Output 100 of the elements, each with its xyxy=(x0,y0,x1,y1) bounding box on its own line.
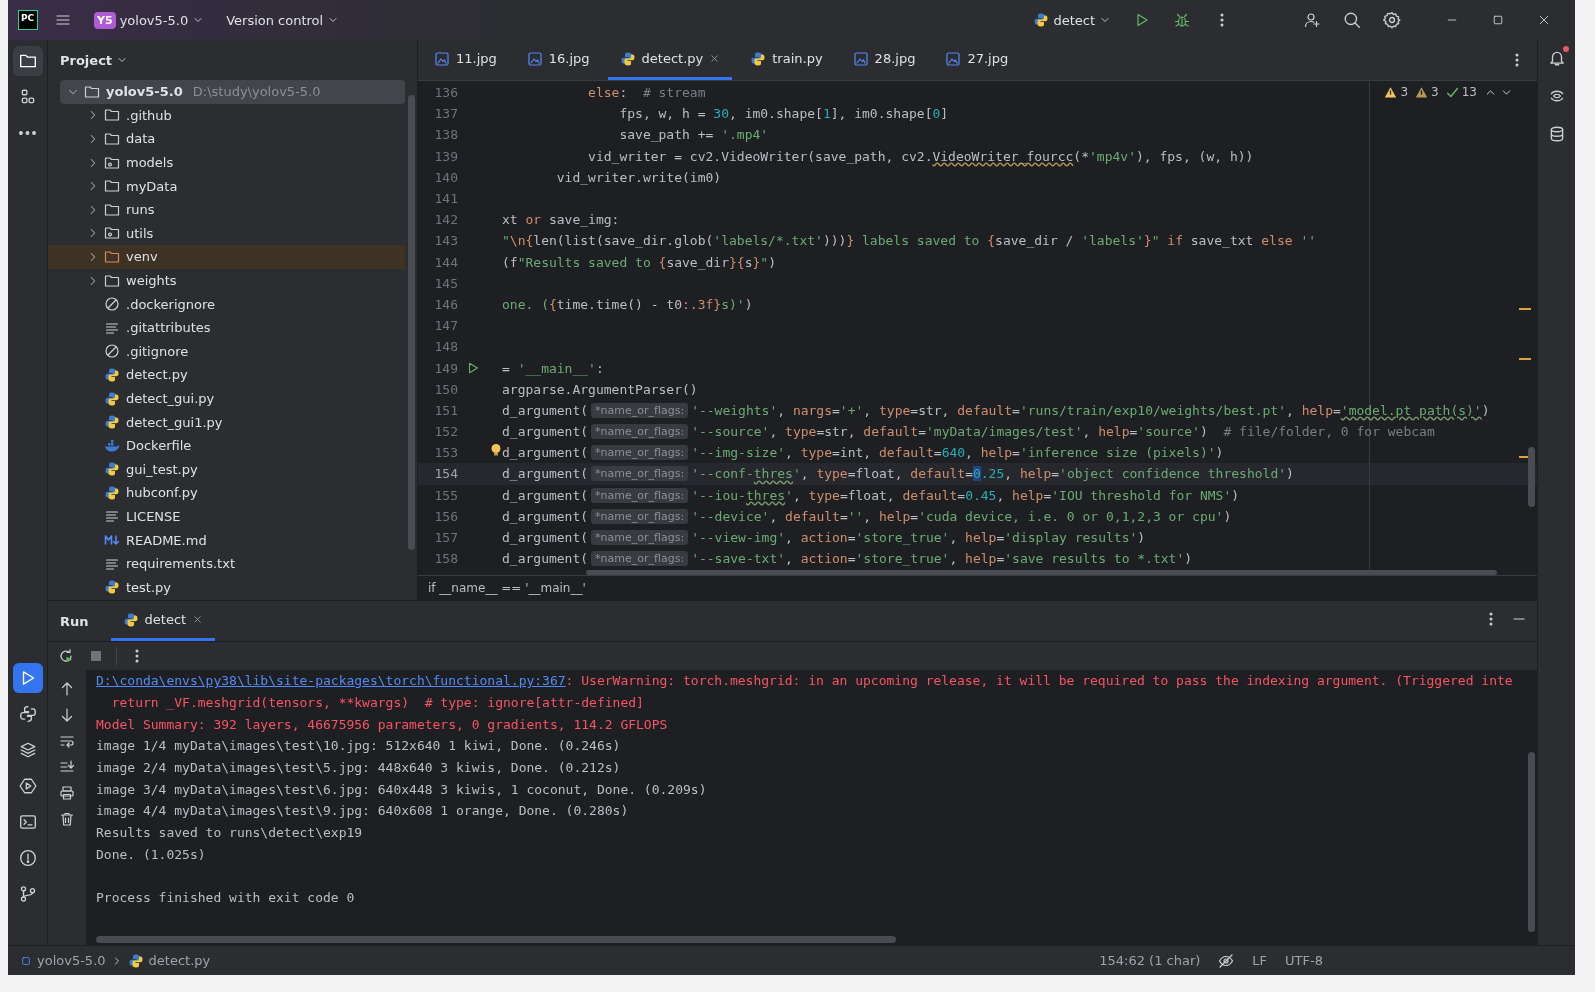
code-text: vid_writer.write(im0) xyxy=(555,169,722,185)
lightbulb-icon[interactable] xyxy=(490,442,502,457)
breadcrumb[interactable]: detect.py xyxy=(148,953,211,968)
tree-item[interactable]: detect_gui.py xyxy=(48,386,405,411)
inlay-hint: *name_or_flags: xyxy=(591,530,689,546)
console-text: Model Summary: 392 layers, 46675956 parameters, 0 gradients, 114.2 GFLOPS xyxy=(96,716,668,732)
editor-tab[interactable]: train.py xyxy=(738,40,835,80)
code-text: else: # stream xyxy=(587,85,706,101)
tree-item[interactable]: utils xyxy=(48,221,405,246)
image-file-icon xyxy=(852,50,869,67)
run-tool-button[interactable] xyxy=(12,663,43,693)
app-logo[interactable]: PC xyxy=(18,10,38,30)
line-number: 145 xyxy=(433,275,458,291)
console-text: image 3/4 myData\images\test\6.jpg: 640x448 3 kiwis, 1 coconut, Done. (0.209s) xyxy=(96,781,707,797)
up-arrow-icon xyxy=(59,681,75,697)
editor-tab[interactable]: 16.jpg xyxy=(514,40,602,80)
warning-marker[interactable] xyxy=(1519,358,1531,360)
tree-item[interactable]: requirements.txt xyxy=(48,551,405,576)
run-tab[interactable]: detect xyxy=(110,601,216,641)
project-tool-button[interactable] xyxy=(12,46,43,76)
tree-item[interactable]: LICENSE xyxy=(48,504,405,529)
notification-badge xyxy=(1562,46,1569,52)
scrollbar[interactable] xyxy=(1528,447,1535,507)
editor-tab[interactable]: 11.jpg xyxy=(422,40,509,80)
line-number: 142 xyxy=(433,212,458,228)
more-icon xyxy=(19,131,36,135)
line-number: 147 xyxy=(433,318,458,334)
editor-tab[interactable]: detect.py xyxy=(607,40,733,80)
tree-item[interactable]: yolov5-5.0 D:\study\yolov5-5.0 xyxy=(60,80,405,104)
tree-item[interactable]: hubconf.py xyxy=(48,481,405,505)
inspection-count[interactable]: 3 xyxy=(1431,85,1439,99)
python-icon xyxy=(122,611,139,628)
console-text: image 1/4 myData\images\test\10.jpg: 512x640 1 kiwi, Done. (0.246s) xyxy=(96,738,621,754)
tree-item[interactable]: README.md xyxy=(48,528,405,552)
module-icon xyxy=(20,954,32,967)
rerun-icon xyxy=(58,648,74,664)
folder-icon xyxy=(104,248,120,265)
package-folder-icon xyxy=(104,225,120,242)
tree-item[interactable]: detect.py xyxy=(48,363,405,387)
tree-item[interactable]: gui_test.py xyxy=(48,457,405,482)
close-icon[interactable] xyxy=(192,614,204,625)
tree-item[interactable]: myData xyxy=(48,174,405,198)
project-menu[interactable]: Y5 yolov5-5.0 xyxy=(88,7,211,33)
eye-off-icon[interactable] xyxy=(1218,952,1235,969)
tree-item[interactable]: test.py xyxy=(48,575,405,600)
breadcrumb[interactable]: if __name__ == '__main__' xyxy=(428,581,586,595)
tree-item[interactable]: .github xyxy=(48,103,405,128)
python-icon xyxy=(127,952,144,969)
line-number: 152 xyxy=(433,424,458,440)
tree-item[interactable]: .dockerignore xyxy=(48,292,405,316)
tree-item[interactable]: .gitattributes xyxy=(48,315,405,340)
project-panel-title[interactable]: Project xyxy=(60,52,129,68)
tree-item[interactable]: detect_gui1.py xyxy=(48,410,405,434)
file-link[interactable]: D:\conda\envs\py38\lib\site-packages\torch\functional.py:367 xyxy=(96,673,566,689)
warning-marker[interactable] xyxy=(1519,308,1531,310)
tree-item[interactable]: weights xyxy=(48,268,405,293)
code-text: fps, w, h = 30, im0.shape[1], im0.shape[0] xyxy=(618,106,949,122)
editor-tab[interactable]: 28.jpg xyxy=(840,40,928,80)
code-text: xt or save_img: xyxy=(502,212,620,228)
text-file-icon xyxy=(104,508,120,525)
inspection-count[interactable]: 13 xyxy=(1461,85,1477,99)
caret-position[interactable]: 154:62 (1 char) xyxy=(1099,953,1201,968)
maximize-icon xyxy=(1492,14,1504,26)
line-number: 154 xyxy=(433,466,458,482)
run-config-selector[interactable]: detect xyxy=(1027,8,1117,32)
bell-icon xyxy=(1547,49,1566,67)
inspection-count[interactable]: 3 xyxy=(1400,85,1409,99)
tree-item[interactable]: models xyxy=(48,150,405,175)
tree-item[interactable]: runs xyxy=(48,197,405,222)
file-encoding[interactable]: UTF-8 xyxy=(1285,953,1323,968)
run-icon xyxy=(1134,12,1150,28)
run-icon[interactable] xyxy=(466,361,480,376)
layers-icon xyxy=(18,741,37,759)
close-icon[interactable] xyxy=(709,53,721,64)
code-text: one. ({time.time() - t0:.3f}s)') xyxy=(502,296,753,312)
code-text: save_path += '.mp4' xyxy=(618,127,769,143)
scrollbar[interactable] xyxy=(1528,752,1535,932)
tree-item[interactable]: .gitignore xyxy=(48,339,405,364)
tree-item[interactable]: Dockerfile xyxy=(48,433,405,458)
tree-item[interactable]: venv xyxy=(48,245,405,269)
version-control-menu[interactable]: Version control xyxy=(220,8,346,32)
scrollbar[interactable] xyxy=(586,570,1497,575)
line-separator[interactable]: LF xyxy=(1252,953,1268,968)
python-icon xyxy=(104,579,120,596)
python-icon xyxy=(104,414,120,431)
console-text: return _VF.meshgrid(tensors, **kwargs) # type: ignore[attr-defined] xyxy=(110,695,644,711)
line-number: 153 xyxy=(433,445,458,461)
code-text: "\n{len(list(save_dir.glob('labels/*.txt')))} labels saved to {save_dir / 'labels'}" if save_txt else '' xyxy=(502,233,1317,249)
editor-tab[interactable]: 27.jpg xyxy=(933,40,1021,80)
line-number: 149 xyxy=(433,360,458,376)
scrollbar[interactable] xyxy=(408,95,415,550)
code-text: d_argument( xyxy=(502,445,589,461)
breadcrumb[interactable]: yolov5-5.0 xyxy=(37,953,106,968)
scrollbar[interactable] xyxy=(96,936,896,943)
ignore-file-icon xyxy=(104,296,120,313)
inlay-hint: *name_or_flags: xyxy=(591,466,689,482)
ignore-file-icon xyxy=(104,343,120,360)
code-text: d_argument( xyxy=(502,530,589,546)
python-icon xyxy=(104,461,120,478)
tree-item[interactable]: data xyxy=(48,127,405,151)
